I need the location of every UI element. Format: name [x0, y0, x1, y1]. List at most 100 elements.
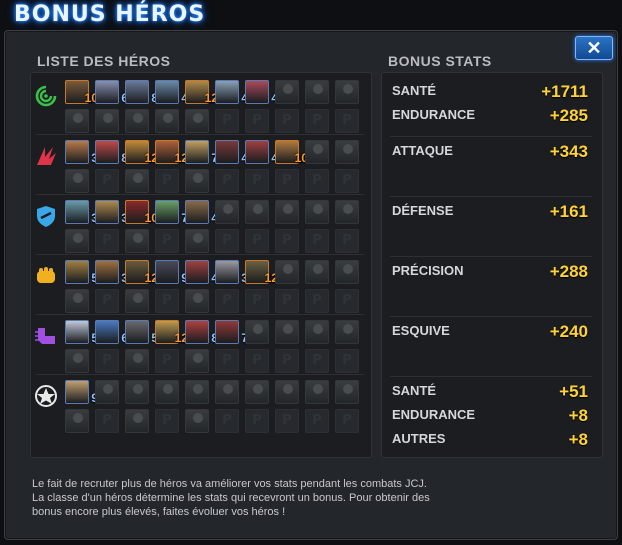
hero-portrait[interactable]: 3	[65, 140, 98, 165]
hero-portrait[interactable]: 6	[95, 320, 128, 345]
locked-hero-portrait[interactable]	[335, 320, 359, 344]
locked-hero-portrait[interactable]	[185, 109, 209, 133]
locked-hero-portrait[interactable]	[155, 109, 179, 133]
hero-portrait[interactable]: 12	[125, 140, 158, 165]
hero-portrait[interactable]: 8	[185, 320, 218, 345]
locked-hero-portrait[interactable]	[125, 380, 149, 404]
locked-hero-portrait[interactable]	[65, 229, 89, 253]
locked-hero-portrait[interactable]	[215, 380, 239, 404]
close-button[interactable]: ✕	[575, 36, 613, 60]
hero-portrait[interactable]: 7	[215, 320, 248, 345]
locked-hero-portrait[interactable]	[185, 349, 209, 373]
hero-portrait[interactable]: 9	[65, 380, 98, 405]
hero-portrait[interactable]: 4	[215, 80, 248, 105]
stat-value-health-universal: +51	[559, 382, 588, 401]
hero-portrait[interactable]: 4	[215, 140, 248, 165]
locked-hero-portrait[interactable]	[185, 169, 209, 193]
hero-portrait[interactable]: 5	[65, 260, 98, 285]
locked-hero-portrait[interactable]	[125, 109, 149, 133]
locked-hero-portrait[interactable]	[335, 260, 359, 284]
hero-portrait[interactable]: 3	[65, 200, 98, 225]
stat-divider	[390, 376, 592, 377]
locked-hero-portrait[interactable]	[305, 200, 329, 224]
hero-portrait[interactable]: 6	[95, 80, 128, 105]
locked-hero-portrait[interactable]	[95, 380, 119, 404]
locked-hero-portrait[interactable]	[305, 80, 329, 104]
locked-hero-portrait[interactable]	[65, 109, 89, 133]
locked-hero-portrait[interactable]	[275, 380, 299, 404]
hero-portrait[interactable]: 10	[275, 140, 308, 165]
locked-hero-portrait[interactable]	[185, 380, 209, 404]
hero-portrait[interactable]: 7	[185, 140, 218, 165]
stat-label-accuracy: PRÉCISION	[392, 263, 464, 278]
locked-hero-portrait[interactable]	[305, 260, 329, 284]
hero-portrait[interactable]: 8	[95, 140, 128, 165]
locked-hero-portrait[interactable]	[215, 200, 239, 224]
locked-hero-portrait[interactable]	[275, 200, 299, 224]
locked-hero-portrait[interactable]	[125, 409, 149, 433]
hero-portrait[interactable]: 3	[215, 260, 248, 285]
locked-hero-portrait[interactable]	[245, 380, 269, 404]
empty-hero-slot	[245, 169, 269, 193]
hero-portrait[interactable]: 12	[245, 260, 278, 285]
empty-hero-slot	[155, 349, 179, 373]
hero-portrait[interactable]: 4	[185, 260, 218, 285]
empty-hero-slot	[245, 289, 269, 313]
hero-portrait[interactable]: 12	[185, 80, 218, 105]
locked-hero-portrait[interactable]	[305, 320, 329, 344]
hero-portrait[interactable]: 12	[125, 260, 158, 285]
locked-hero-portrait[interactable]	[125, 229, 149, 253]
locked-hero-portrait[interactable]	[275, 80, 299, 104]
locked-hero-portrait[interactable]	[275, 260, 299, 284]
locked-hero-portrait[interactable]	[335, 380, 359, 404]
hero-portrait[interactable]: 3	[95, 260, 128, 285]
hero-portrait[interactable]: 8	[125, 80, 158, 105]
locked-hero-portrait[interactable]	[335, 200, 359, 224]
footer-line: bonus encore plus élevés, faites évoluer…	[32, 506, 286, 518]
empty-hero-slot	[155, 289, 179, 313]
locked-hero-portrait[interactable]	[245, 200, 269, 224]
hero-portrait[interactable]: 4	[185, 200, 218, 225]
empty-hero-slot	[215, 409, 239, 433]
locked-hero-portrait[interactable]	[95, 109, 119, 133]
locked-hero-portrait[interactable]	[275, 320, 299, 344]
empty-hero-slot	[245, 109, 269, 133]
hero-portrait[interactable]: 9	[155, 260, 188, 285]
hero-portrait[interactable]: 5	[65, 320, 98, 345]
locked-hero-portrait[interactable]	[305, 140, 329, 164]
locked-hero-portrait[interactable]	[335, 140, 359, 164]
locked-hero-portrait[interactable]	[125, 169, 149, 193]
hero-portrait[interactable]: 12	[155, 140, 188, 165]
hero-portrait[interactable]: 10	[125, 200, 158, 225]
hero-portrait[interactable]: 5	[125, 320, 158, 345]
stat-label-stamina: ENDURANCE	[392, 107, 476, 122]
locked-hero-portrait[interactable]	[335, 80, 359, 104]
empty-hero-slot	[275, 109, 299, 133]
locked-hero-portrait[interactable]	[65, 289, 89, 313]
hero-portrait[interactable]: 4	[245, 140, 278, 165]
locked-hero-portrait[interactable]	[155, 380, 179, 404]
locked-hero-portrait[interactable]	[65, 409, 89, 433]
locked-hero-portrait[interactable]	[65, 349, 89, 373]
locked-hero-portrait[interactable]	[185, 289, 209, 313]
hero-portrait[interactable]: 3	[95, 200, 128, 225]
stat-divider	[390, 256, 592, 257]
stat-divider	[390, 196, 592, 197]
locked-hero-portrait[interactable]	[125, 289, 149, 313]
locked-hero-portrait[interactable]	[65, 169, 89, 193]
stat-value-defense: +161	[549, 202, 588, 221]
empty-hero-slot	[335, 289, 359, 313]
hero-portrait[interactable]: 12	[155, 320, 188, 345]
hero-portrait[interactable]: 10	[65, 80, 98, 105]
locked-hero-portrait[interactable]	[125, 349, 149, 373]
locked-hero-portrait[interactable]	[305, 380, 329, 404]
speed-class-icon	[33, 323, 59, 349]
locked-hero-portrait[interactable]	[185, 229, 209, 253]
hero-portrait[interactable]: 4	[155, 80, 188, 105]
locked-hero-portrait[interactable]	[185, 409, 209, 433]
stat-value-stamina: +285	[549, 106, 588, 125]
hero-portrait[interactable]: 7	[155, 200, 188, 225]
skill-class-icon	[33, 263, 59, 289]
locked-hero-portrait[interactable]	[245, 320, 269, 344]
hero-portrait[interactable]: 4	[245, 80, 278, 105]
